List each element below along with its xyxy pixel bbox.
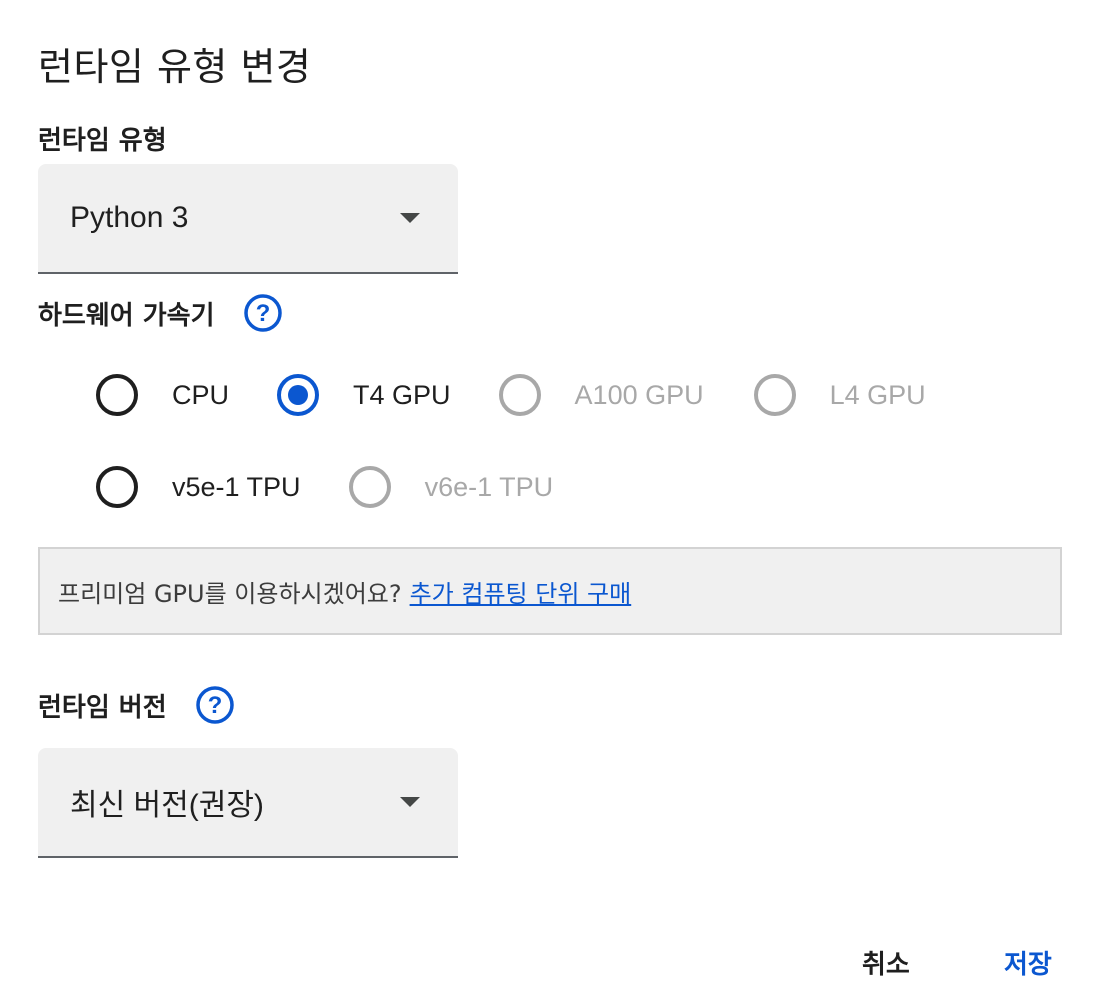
accelerator-row-2: v5e-1 TPU v6e-1 TPU (96, 466, 553, 508)
runtime-version-value: 최신 버전(권장) (70, 789, 264, 822)
radio-circle-disabled (753, 374, 796, 416)
radio-a100-gpu: A100 GPU (498, 374, 704, 416)
svg-text:?: ? (207, 692, 222, 719)
svg-text:?: ? (255, 300, 270, 327)
buy-compute-units-link[interactable]: 추가 컴퓨팅 단위 구매 (410, 574, 632, 609)
help-circle-icon[interactable]: ? (243, 293, 283, 333)
radio-v5e-1-tpu[interactable]: v5e-1 TPU (96, 466, 301, 508)
runtime-version-label: 런타임 버전 ? (38, 685, 235, 725)
radio-circle-disabled (498, 374, 541, 416)
radio-label: L4 GPU (829, 379, 926, 410)
radio-label: CPU (172, 379, 230, 410)
radio-label: T4 GPU (353, 379, 451, 410)
radio-label: v6e-1 TPU (424, 471, 554, 502)
help-circle-icon[interactable]: ? (195, 685, 235, 725)
radio-circle-disabled (348, 466, 391, 508)
radio-circle-checked (277, 374, 320, 416)
runtime-type-value: Python 3 (70, 201, 189, 234)
runtime-version-select[interactable]: 최신 버전(권장) (38, 748, 458, 858)
radio-t4-gpu[interactable]: T4 GPU (277, 374, 451, 416)
runtime-type-select[interactable]: Python 3 (38, 164, 458, 274)
radio-l4-gpu: L4 GPU (753, 374, 926, 416)
runtime-type-label: 런타임 유형 (38, 120, 167, 157)
accelerator-row-1: CPU T4 GPU A100 GPU L4 GPU (96, 374, 926, 416)
notice-text: 프리미엄 GPU를 이용하시겠어요? (58, 579, 402, 608)
dropdown-arrow-icon (400, 797, 420, 807)
radio-label: A100 GPU (574, 379, 704, 410)
radio-circle (96, 374, 138, 416)
runtime-version-label-text: 런타임 버전 (38, 692, 167, 723)
hardware-accelerator-label-text: 하드웨어 가속기 (38, 300, 215, 331)
radio-label: v5e-1 TPU (172, 471, 301, 502)
dropdown-arrow-icon (400, 213, 420, 223)
radio-circle (96, 466, 138, 508)
radio-v6e-1-tpu: v6e-1 TPU (348, 466, 554, 508)
save-button[interactable]: 저장 (1004, 944, 1052, 981)
cancel-button[interactable]: 취소 (862, 944, 910, 981)
dialog-title: 런타임 유형 변경 (38, 45, 312, 89)
premium-gpu-notice: 프리미엄 GPU를 이용하시겠어요? 추가 컴퓨팅 단위 구매 (38, 547, 1062, 635)
radio-cpu[interactable]: CPU (96, 374, 229, 416)
hardware-accelerator-label: 하드웨어 가속기 ? (38, 293, 283, 333)
change-runtime-dialog: 런타임 유형 변경 런타임 유형 Python 3 하드웨어 가속기 ? CPU… (0, 0, 1104, 1008)
runtime-type-label-text: 런타임 유형 (38, 126, 167, 156)
